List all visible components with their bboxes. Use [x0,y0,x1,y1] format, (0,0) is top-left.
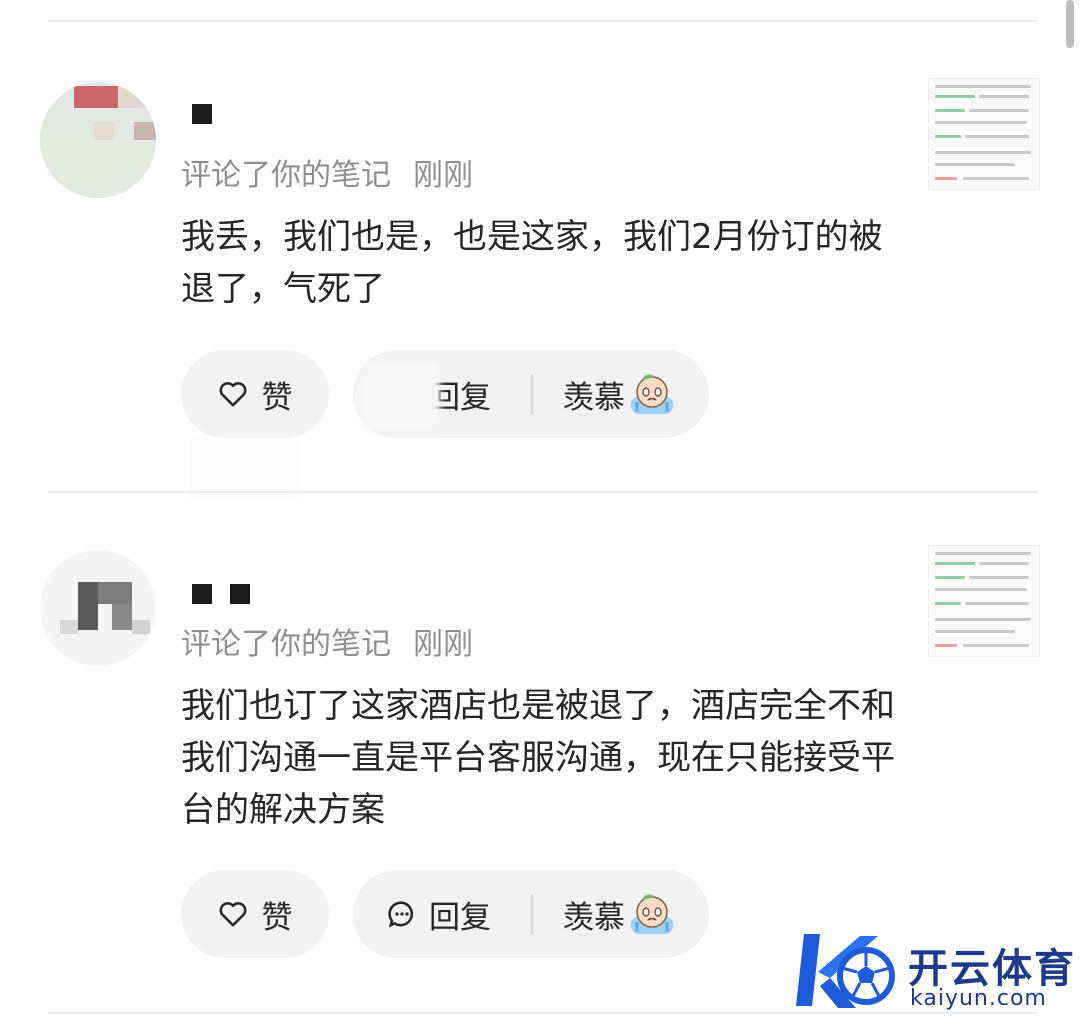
crying-emoji-icon [631,894,673,934]
reply-envy-pill: 回复 羡慕 [353,870,709,958]
blur-patch [362,364,440,430]
notification-page: 评论了你的笔记刚刚 我丢，我们也是，也是这家，我们2月份订的被退了，气死了 赞 [0,0,1080,1029]
action-text: 评论了你的笔记 [181,158,391,193]
note-thumbnail[interactable] [928,78,1040,190]
watermark-logo: 开云体育 kaiyun.com [790,928,1080,1018]
timestamp: 刚刚 [413,627,473,662]
comment-text[interactable]: 我丢，我们也是，也是这家，我们2月份订的被退了，气死了 [181,211,901,315]
divider [48,491,1038,493]
avatar[interactable] [40,550,156,666]
like-label: 赞 [261,899,293,936]
envy-label: 羡慕 [563,899,625,936]
avatar[interactable] [40,82,156,198]
reply-button[interactable]: 回复 [353,892,527,937]
pill-separator [531,374,533,414]
brand-url: kaiyun.com [910,986,1047,1011]
timestamp: 刚刚 [413,158,473,193]
divider [48,20,1038,22]
envy-label: 羡慕 [563,379,625,416]
comment-meta: 评论了你的笔记 刚刚 [181,619,473,663]
envy-button[interactable]: 羡慕 [563,372,675,417]
envy-button[interactable]: 羡慕 [563,892,675,937]
like-button[interactable]: 赞 [181,350,329,438]
reply-label: 回复 [429,899,491,936]
like-label: 赞 [261,379,293,416]
pill-separator [531,894,533,934]
heart-outline-icon [219,902,246,927]
crying-emoji-icon [631,374,673,414]
chat-bubble-icon [388,901,414,928]
kaiyun-logo-icon [796,934,895,1008]
note-thumbnail[interactable] [928,545,1040,657]
comment-text[interactable]: 我们也订了这家酒店也是被退了，酒店完全不和我们沟通一直是平台客服沟通，现在只能接… [181,680,901,836]
heart-outline-icon [219,382,246,407]
comment-meta: 评论了你的笔记 刚刚 [181,150,473,194]
action-text: 评论了你的笔记 [181,627,391,662]
scrollbar[interactable] [1066,0,1074,48]
like-button[interactable]: 赞 [181,870,329,958]
